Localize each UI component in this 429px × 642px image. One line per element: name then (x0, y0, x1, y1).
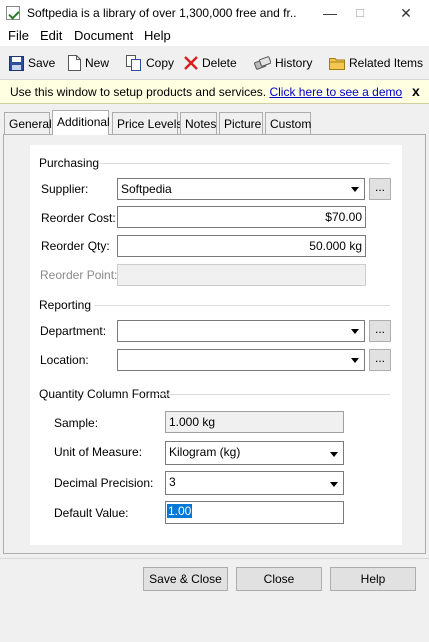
location-browse-button[interactable]: ... (369, 349, 391, 371)
menu-bar: File Edit Document Help (0, 26, 429, 46)
delete-toolbar-button[interactable]: Delete (184, 53, 237, 73)
info-close-icon[interactable]: x (412, 83, 420, 99)
new-toolbar-button[interactable]: New (68, 53, 109, 73)
delete-x-icon (184, 56, 198, 70)
related-items-toolbar-label: Related Items (349, 56, 424, 70)
tab-price-levels[interactable]: Price Levels (112, 112, 182, 134)
reorder-qty-field[interactable]: 50.000 kg (117, 235, 366, 257)
decimal-precision-value: 3 (169, 475, 176, 489)
supplier-browse-button[interactable]: ... (369, 178, 391, 200)
related-items-toolbar-button[interactable]: Related Items (329, 53, 423, 73)
close-window-button[interactable]: ✕ (386, 0, 426, 26)
toolbar: Save New Copy Delete History Related Ite… (0, 46, 429, 80)
decimal-precision-label: Decimal Precision: (54, 476, 154, 490)
reorder-cost-label: Reorder Cost: (41, 211, 116, 225)
tab-notes[interactable]: Notes (180, 112, 217, 134)
decimal-precision-dropdown[interactable]: 3 (165, 471, 344, 495)
title-bar: Softpedia is a library of over 1,300,000… (0, 0, 429, 26)
unit-of-measure-value: Kilogram (kg) (169, 445, 241, 459)
location-dropdown[interactable] (117, 349, 365, 371)
delete-toolbar-label: Delete (202, 56, 237, 70)
menu-help[interactable]: Help (144, 28, 171, 43)
history-toolbar-label: History (275, 56, 313, 70)
quantity-format-heading: Quantity Column Format (39, 387, 170, 401)
folder-icon (329, 58, 345, 70)
help-button[interactable]: Help (330, 567, 416, 591)
chevron-down-icon (327, 476, 341, 492)
menu-document[interactable]: Document (74, 28, 133, 43)
chevron-down-icon (348, 323, 362, 339)
supplier-label: Supplier: (41, 182, 89, 196)
chevron-down-icon (348, 181, 362, 197)
department-dropdown[interactable] (117, 320, 365, 342)
supplier-value: Softpedia (121, 182, 172, 196)
maximize-button[interactable]: □ (340, 0, 380, 26)
info-text-row: Use this window to setup products and se… (10, 85, 402, 99)
unit-of-measure-label: Unit of Measure: (54, 445, 143, 459)
default-value-field[interactable]: 1.00 (165, 501, 344, 524)
history-icon (254, 56, 271, 70)
window-title: Softpedia is a library of over 1,300,000… (27, 6, 297, 20)
copy-toolbar-label: Copy (146, 56, 175, 70)
reporting-heading: Reporting (39, 298, 92, 312)
sample-field: 1.000 kg (165, 411, 344, 433)
footer-divider (0, 558, 429, 559)
sample-label: Sample: (54, 416, 99, 430)
chevron-down-icon (348, 352, 362, 368)
purchasing-heading: Purchasing (39, 156, 100, 170)
close-button[interactable]: Close (236, 567, 322, 591)
reorder-point-field (117, 264, 366, 286)
new-document-icon (68, 55, 81, 71)
demo-link[interactable]: Click here to see a demo (269, 85, 402, 99)
info-message: Use this window to setup products and se… (10, 85, 267, 99)
floppy-disk-icon (9, 55, 24, 71)
reorder-qty-value: 50.000 kg (309, 239, 362, 253)
save-close-button[interactable]: Save & Close (143, 567, 228, 591)
default-value-label: Default Value: (54, 506, 129, 520)
department-label: Department: (40, 324, 107, 338)
copy-toolbar-button[interactable]: Copy (126, 53, 174, 73)
save-toolbar-label: Save (28, 56, 56, 70)
new-toolbar-label: New (85, 56, 110, 70)
info-bar: Use this window to setup products and se… (0, 80, 429, 104)
app-icon (6, 6, 20, 20)
reorder-point-label: Reorder Point: (40, 268, 118, 282)
department-browse-button[interactable]: ... (369, 320, 391, 342)
purchasing-divider (100, 163, 390, 164)
sample-value: 1.000 kg (169, 415, 216, 429)
tab-additional[interactable]: Additional (52, 110, 110, 135)
location-label: Location: (40, 353, 89, 367)
copy-icon (126, 55, 141, 71)
reorder-cost-value: $70.00 (325, 210, 362, 224)
menu-edit[interactable]: Edit (40, 28, 62, 43)
reorder-qty-label: Reorder Qty: (41, 239, 110, 253)
reorder-cost-field[interactable]: $70.00 (117, 206, 366, 228)
tab-custom[interactable]: Custom (265, 112, 311, 134)
history-toolbar-button[interactable]: History (254, 53, 312, 73)
reporting-divider (94, 305, 390, 306)
menu-file[interactable]: File (8, 28, 29, 43)
quantity-format-divider (158, 394, 390, 395)
tab-picture[interactable]: Picture (219, 112, 263, 134)
save-toolbar-button[interactable]: Save (9, 53, 55, 73)
default-value-selected-text: 1.00 (167, 504, 193, 518)
tab-general[interactable]: General (4, 112, 52, 134)
chevron-down-icon (327, 446, 341, 462)
supplier-dropdown[interactable]: Softpedia (117, 178, 365, 200)
unit-of-measure-dropdown[interactable]: Kilogram (kg) (165, 441, 344, 465)
